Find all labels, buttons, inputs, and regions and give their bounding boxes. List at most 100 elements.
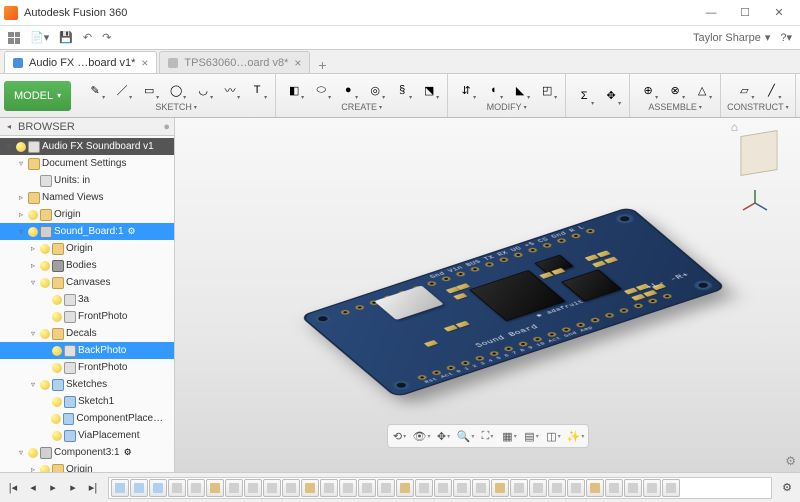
visibility-bulb-icon[interactable]: [52, 346, 62, 356]
sphere-button[interactable]: ●: [336, 79, 360, 101]
gear-icon[interactable]: ⚙: [128, 226, 136, 237]
tree-node[interactable]: ▿Sketches: [0, 376, 174, 393]
torus-button[interactable]: ◎: [363, 79, 387, 101]
tree-twisty-icon[interactable]: ▿: [28, 329, 38, 338]
tree-twisty-icon[interactable]: ▿: [4, 142, 14, 151]
tree-twisty-icon[interactable]: ▹: [16, 210, 26, 219]
timeline-settings-icon[interactable]: ⚙: [778, 479, 796, 497]
visibility-bulb-icon[interactable]: [28, 210, 38, 220]
tree-node[interactable]: ▿Canvases: [0, 274, 174, 291]
timeline-feature[interactable]: [149, 479, 167, 497]
timeline-feature[interactable]: [510, 479, 528, 497]
tree-twisty-icon[interactable]: ▹: [28, 465, 38, 472]
timeline-feature[interactable]: [624, 479, 642, 497]
visibility-bulb-icon[interactable]: [16, 142, 26, 152]
timeline-feature[interactable]: [225, 479, 243, 497]
workspace-switcher[interactable]: MODEL: [4, 81, 71, 111]
new-tab-button[interactable]: +: [312, 57, 332, 73]
nav-look-button[interactable]: 👁: [412, 427, 432, 445]
timeline-feature[interactable]: [453, 479, 471, 497]
timeline-feature[interactable]: [567, 479, 585, 497]
rigid-button[interactable]: △: [690, 79, 714, 101]
fillet-button[interactable]: ◖: [481, 79, 505, 101]
viewport-3d[interactable]: ⌂ Gnd Vin BUS TX RX UG +5 CS Gn: [175, 118, 800, 472]
timeline-feature[interactable]: [301, 479, 319, 497]
box-button[interactable]: ◧: [282, 79, 306, 101]
visibility-bulb-icon[interactable]: [52, 312, 62, 322]
visibility-bulb-icon[interactable]: [40, 380, 50, 390]
timeline-feature[interactable]: [434, 479, 452, 497]
timeline-feature[interactable]: [206, 479, 224, 497]
spline-button[interactable]: 〰: [218, 79, 242, 101]
tree-node[interactable]: ▹Origin: [0, 206, 174, 223]
toolbar-group-label[interactable]: MODIFY: [487, 102, 527, 112]
rectangle-button[interactable]: ▭: [137, 79, 161, 101]
save-icon[interactable]: 💾: [59, 31, 73, 44]
document-tab-active[interactable]: Audio FX …board v1* ×: [4, 51, 157, 73]
timeline-feature[interactable]: [662, 479, 680, 497]
nav-fit-button[interactable]: ⛶: [478, 427, 498, 445]
close-tab-icon[interactable]: ×: [141, 56, 148, 70]
tree-node[interactable]: ▿Sound_Board:1⚙: [0, 223, 174, 240]
viewcube[interactable]: [734, 128, 786, 180]
tree-node[interactable]: ▿Decals: [0, 325, 174, 342]
line-button[interactable]: ／: [110, 79, 134, 101]
visibility-bulb-icon[interactable]: [51, 414, 60, 424]
axis-button[interactable]: ╱: [759, 79, 783, 101]
timeline-feature[interactable]: [529, 479, 547, 497]
timeline-feature[interactable]: [282, 479, 300, 497]
browser-tree[interactable]: ▿Audio FX Soundboard v1▿Document Setting…: [0, 136, 174, 472]
toolbar-group-label[interactable]: ASSEMBLE: [648, 102, 702, 112]
tree-node[interactable]: 3a: [0, 291, 174, 308]
tree-twisty-icon[interactable]: ▹: [28, 261, 38, 270]
close-tab-icon[interactable]: ×: [294, 56, 301, 70]
timeline-feature[interactable]: [605, 479, 623, 497]
nav-display-button[interactable]: ▦: [500, 427, 520, 445]
tree-node[interactable]: Units: in: [0, 172, 174, 189]
timeline-next-button[interactable]: ▸: [64, 479, 82, 497]
toolbar-group-label[interactable]: SKETCH: [155, 102, 197, 112]
nav-grid-button[interactable]: ▤: [522, 427, 542, 445]
pipe-button[interactable]: ⬔: [417, 79, 441, 101]
press-pull-button[interactable]: ⇵: [454, 79, 478, 101]
nav-fx-button[interactable]: ✨: [566, 427, 586, 445]
visibility-bulb-icon[interactable]: [40, 261, 50, 271]
timeline-feature[interactable]: [111, 479, 129, 497]
timeline-feature[interactable]: [130, 479, 148, 497]
visibility-bulb-icon[interactable]: [52, 431, 62, 441]
visibility-bulb-icon[interactable]: [52, 295, 62, 305]
visibility-bulb-icon[interactable]: [28, 227, 38, 237]
timeline-feature[interactable]: [187, 479, 205, 497]
viewport-settings-icon[interactable]: ⚙: [785, 454, 796, 468]
minimize-button[interactable]: —: [694, 1, 728, 25]
timeline-track[interactable]: [108, 477, 772, 499]
timeline-feature[interactable]: [320, 479, 338, 497]
tree-node[interactable]: ▿Audio FX Soundboard v1: [0, 138, 174, 155]
tree-node[interactable]: FrontPhoto: [0, 308, 174, 325]
timeline-play-button[interactable]: ▸: [44, 479, 62, 497]
timeline-feature[interactable]: [339, 479, 357, 497]
timeline-feature[interactable]: [491, 479, 509, 497]
visibility-bulb-icon[interactable]: [40, 329, 50, 339]
tree-node[interactable]: FrontPhoto: [0, 359, 174, 376]
visibility-bulb-icon[interactable]: [28, 448, 38, 458]
visibility-bulb-icon[interactable]: [40, 244, 50, 254]
tree-twisty-icon[interactable]: ▿: [28, 380, 38, 389]
tree-twisty-icon[interactable]: ▿: [16, 159, 26, 168]
timeline-feature[interactable]: [377, 479, 395, 497]
nav-pan-button[interactable]: ✥: [434, 427, 454, 445]
tree-twisty-icon[interactable]: ▿: [28, 278, 38, 287]
tree-node[interactable]: ▹Origin: [0, 240, 174, 257]
nav-viewports-button[interactable]: ◫: [544, 427, 564, 445]
tree-node[interactable]: ▹Named Views: [0, 189, 174, 206]
undo-icon[interactable]: ↶: [83, 31, 92, 44]
file-menu-icon[interactable]: 📄▾: [30, 31, 49, 44]
tree-node[interactable]: BackPhoto: [0, 342, 174, 359]
help-icon[interactable]: ?▾: [780, 31, 792, 44]
timeline-feature[interactable]: [643, 479, 661, 497]
tree-node[interactable]: ViaPlacement: [0, 427, 174, 444]
tree-node[interactable]: ▹Bodies: [0, 257, 174, 274]
document-tab-inactive[interactable]: TPS63060…oard v8* ×: [159, 51, 310, 73]
timeline-feature[interactable]: [168, 479, 186, 497]
shell-button[interactable]: ◰: [535, 79, 559, 101]
